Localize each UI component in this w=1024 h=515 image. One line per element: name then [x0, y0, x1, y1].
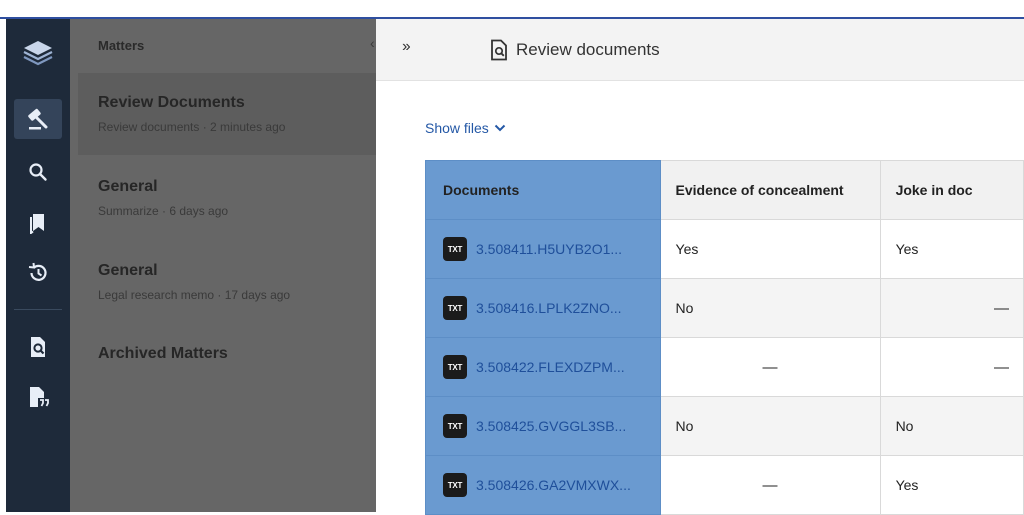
txt-file-icon: TXT — [443, 355, 467, 379]
column-header-joke[interactable]: Joke in doc — [879, 160, 1024, 220]
txt-file-icon: TXT — [443, 296, 467, 320]
document-link[interactable]: 3.508422.FLEXDZPM... — [476, 359, 625, 375]
archived-matters-link[interactable]: Archived Matters — [98, 345, 228, 363]
double-chevron-right-icon[interactable]: ›› — [402, 38, 411, 56]
matter-item-general-memo[interactable]: General Legal research memo · 17 days ag… — [78, 241, 376, 323]
matter-title: Review Documents — [98, 94, 245, 111]
history-icon[interactable] — [6, 253, 70, 293]
document-cell: TXT 3.508422.FLEXDZPM... — [425, 337, 661, 397]
document-link[interactable]: 3.508426.GA2VMXWX... — [476, 477, 631, 493]
evidence-cell[interactable]: — — [659, 337, 881, 397]
column-header-documents[interactable]: Documents — [425, 160, 661, 220]
txt-file-icon: TXT — [443, 237, 467, 261]
document-quote-icon[interactable] — [6, 377, 70, 417]
matter-title: General — [98, 178, 158, 195]
document-cell: TXT 3.508411.H5UYB2O1... — [425, 219, 661, 279]
document-cell: TXT 3.508416.LPLK2ZNO... — [425, 278, 661, 338]
table-row: TXT 3.508422.FLEXDZPM... — — — [425, 337, 1024, 397]
table-header-row: Documents Evidence of concealment Joke i… — [425, 160, 1024, 220]
table-row: TXT 3.508426.GA2VMXWX... — Yes — [425, 455, 1024, 515]
search-icon[interactable] — [6, 152, 70, 192]
matter-subtitle: Summarize · 6 days ago — [98, 204, 229, 218]
show-files-toggle[interactable]: Show files — [425, 120, 506, 136]
document-search-icon[interactable] — [6, 327, 70, 367]
joke-cell[interactable]: — — [879, 337, 1024, 397]
document-link[interactable]: 3.508416.LPLK2ZNO... — [476, 300, 622, 316]
table-row: TXT 3.508416.LPLK2ZNO... No — — [425, 278, 1024, 338]
matter-item-general-summarize[interactable]: General Summarize · 6 days ago — [78, 157, 376, 239]
matter-subtitle: Legal research memo · 17 days ago — [98, 288, 291, 302]
logo-stack-icon[interactable] — [6, 33, 70, 73]
document-cell: TXT 3.508425.GVGGL3SB... — [425, 396, 661, 456]
rail-divider — [14, 309, 62, 310]
matter-item-review-documents[interactable]: Review Documents Review documents · 2 mi… — [78, 73, 376, 155]
txt-file-icon: TXT — [443, 473, 467, 497]
evidence-cell[interactable]: No — [659, 396, 881, 456]
joke-cell[interactable]: Yes — [879, 219, 1024, 279]
bookmarks-icon[interactable] — [6, 203, 70, 243]
table-row: TXT 3.508411.H5UYB2O1... Yes Yes — [425, 219, 1024, 279]
document-cell: TXT 3.508426.GA2VMXWX... — [425, 455, 661, 515]
evidence-cell[interactable]: — — [659, 455, 881, 515]
txt-file-icon: TXT — [443, 414, 467, 438]
document-search-icon — [491, 39, 507, 61]
show-files-label: Show files — [425, 120, 489, 136]
joke-cell[interactable]: — — [879, 278, 1024, 338]
matter-subtitle: Review documents · 2 minutes ago — [98, 120, 286, 134]
chevron-down-icon — [494, 124, 506, 132]
page-title: Review documents — [516, 40, 660, 59]
matters-panel-title: Matters — [98, 38, 145, 53]
gavel-icon[interactable] — [14, 99, 62, 139]
app-window: Matters ‹ Review Documents Review docume… — [0, 0, 1024, 515]
document-link[interactable]: 3.508425.GVGGL3SB... — [476, 418, 626, 434]
joke-cell[interactable]: Yes — [879, 455, 1024, 515]
evidence-cell[interactable]: No — [659, 278, 881, 338]
icon-rail — [6, 19, 70, 512]
main-content: ›› Review documents Show files Documents — [376, 19, 1024, 515]
matter-title: General — [98, 262, 158, 279]
documents-table: Documents Evidence of concealment Joke i… — [425, 160, 1024, 515]
main-header: ›› Review documents — [376, 19, 1024, 81]
joke-cell[interactable]: No — [879, 396, 1024, 456]
evidence-cell[interactable]: Yes — [659, 219, 881, 279]
column-header-evidence[interactable]: Evidence of concealment — [659, 160, 881, 220]
table-row: TXT 3.508425.GVGGL3SB... No No — [425, 396, 1024, 456]
chevron-left-icon[interactable]: ‹ — [370, 35, 375, 51]
document-link[interactable]: 3.508411.H5UYB2O1... — [476, 241, 622, 257]
top-accent-line — [0, 17, 1024, 19]
matters-panel: Matters ‹ Review Documents Review docume… — [70, 19, 376, 512]
